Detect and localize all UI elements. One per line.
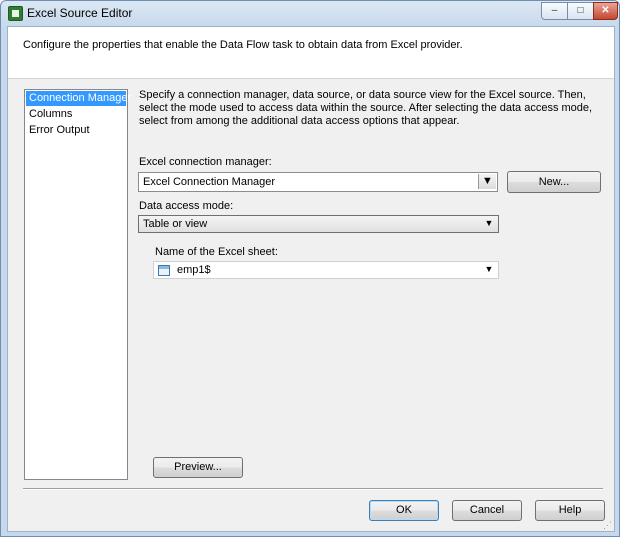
access-mode-value: Table or view bbox=[143, 218, 208, 230]
nav-item-columns[interactable]: Columns bbox=[26, 107, 126, 122]
preview-button[interactable]: Preview... bbox=[153, 457, 243, 478]
access-mode-label: Data access mode: bbox=[139, 200, 234, 212]
connection-manager-label: Excel connection manager: bbox=[139, 156, 272, 168]
page-navigation-list: Connection Manager Columns Error Output bbox=[24, 89, 131, 480]
help-button[interactable]: Help bbox=[535, 500, 605, 521]
sheet-name-label: Name of the Excel sheet: bbox=[155, 246, 278, 258]
window-title: Excel Source Editor bbox=[27, 6, 133, 20]
connection-manager-dropdown[interactable]: Excel Connection Manager ▼ bbox=[138, 172, 498, 192]
cancel-button[interactable]: Cancel bbox=[452, 500, 522, 521]
sheet-name-dropdown[interactable]: emp1$ ▼ bbox=[153, 261, 499, 279]
maximize-button[interactable]: □ bbox=[567, 2, 594, 20]
resize-grip-icon[interactable]: ⋰ bbox=[603, 520, 613, 530]
dialog-client-area: Configure the properties that enable the… bbox=[7, 26, 615, 532]
new-connection-button[interactable]: New... bbox=[507, 171, 601, 193]
nav-item-error-output[interactable]: Error Output bbox=[26, 123, 126, 138]
chevron-down-icon[interactable]: ▼ bbox=[478, 174, 496, 189]
nav-item-connection-manager[interactable]: Connection Manager bbox=[26, 91, 131, 106]
chevron-down-icon[interactable]: ▼ bbox=[482, 263, 496, 276]
excel-source-editor-window: Excel Source Editor – □ ✕ Configure the … bbox=[0, 0, 620, 537]
ok-button[interactable]: OK bbox=[369, 500, 439, 521]
sheet-name-value: emp1$ bbox=[177, 264, 211, 276]
header-description: Configure the properties that enable the… bbox=[23, 39, 463, 51]
chevron-down-icon[interactable]: ▼ bbox=[482, 217, 496, 230]
connection-manager-value: Excel Connection Manager bbox=[143, 176, 276, 188]
access-mode-dropdown[interactable]: Table or view ▼ bbox=[138, 215, 499, 233]
table-icon bbox=[158, 265, 170, 276]
title-bar[interactable]: Excel Source Editor – □ ✕ bbox=[1, 1, 619, 25]
minimize-button[interactable]: – bbox=[541, 2, 568, 20]
instructions-text: Specify a connection manager, data sourc… bbox=[139, 89, 593, 127]
close-button[interactable]: ✕ bbox=[593, 2, 618, 20]
header-band: Configure the properties that enable the… bbox=[8, 27, 614, 79]
footer-separator bbox=[23, 488, 603, 490]
excel-source-icon bbox=[8, 6, 23, 21]
